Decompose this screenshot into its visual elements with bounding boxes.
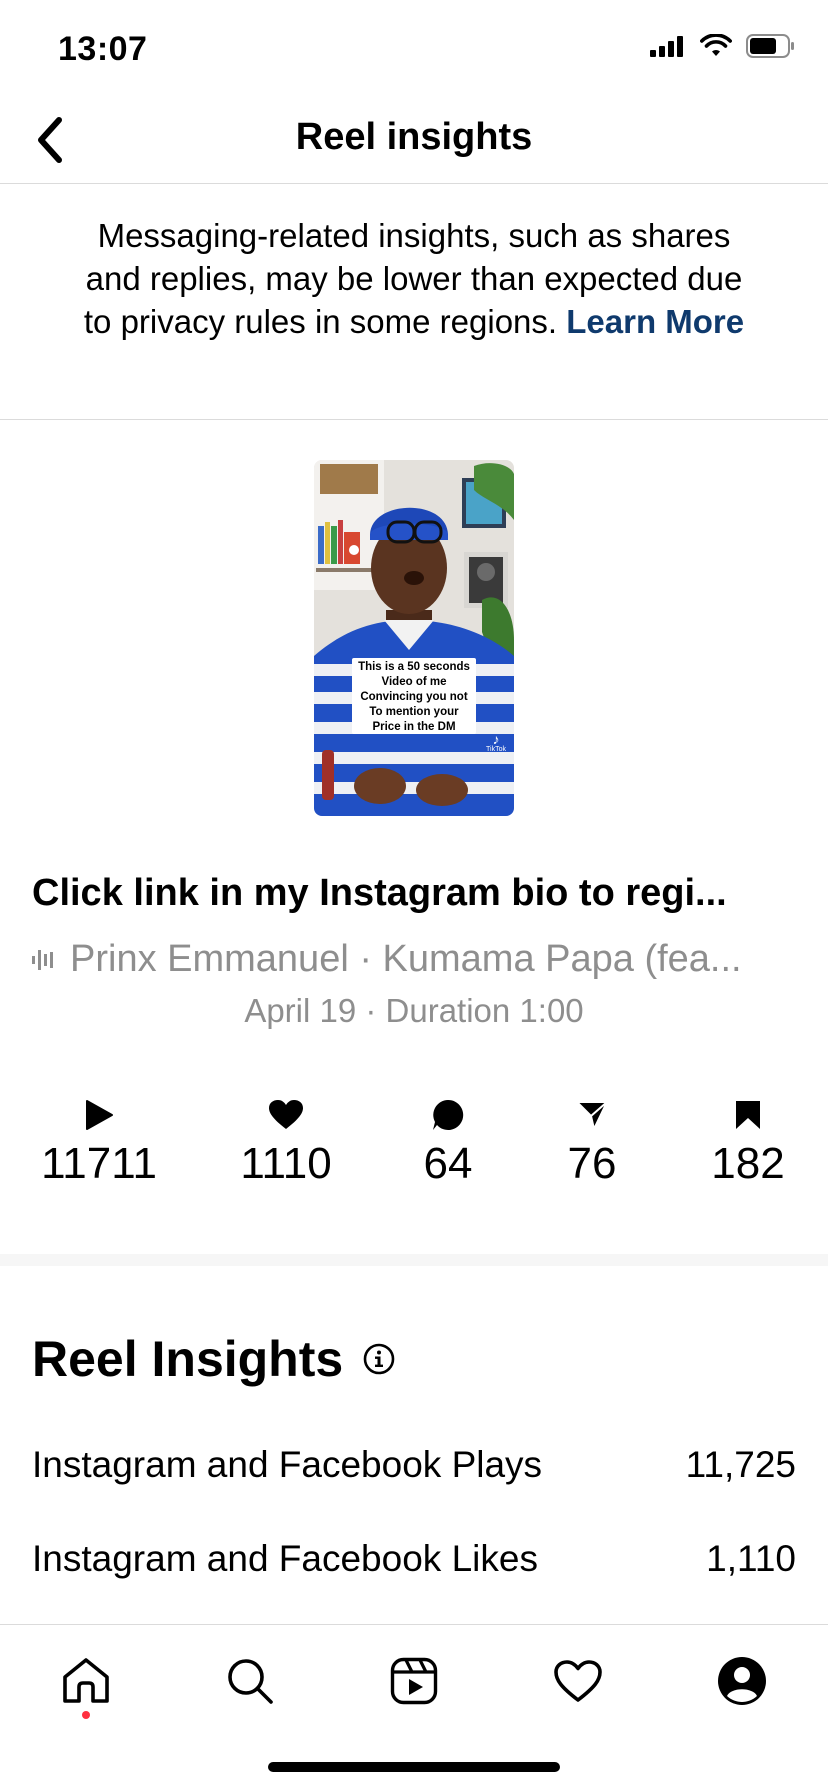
tab-profile[interactable] bbox=[712, 1651, 772, 1711]
activity-heart-icon bbox=[554, 1660, 602, 1702]
audio-line[interactable]: Prinx Emmanuel · Kumama Papa (fea... bbox=[32, 938, 802, 981]
tab-activity[interactable] bbox=[548, 1651, 608, 1711]
wifi-icon bbox=[700, 34, 732, 56]
notification-dot bbox=[82, 1711, 90, 1719]
insight-row-plays: Instagram and Facebook Plays 11,725 bbox=[32, 1444, 796, 1486]
stats-row: 11711 1110 64 76 182 bbox=[0, 1095, 828, 1205]
overlay-line: This is a 50 seconds bbox=[358, 661, 470, 673]
heart-icon bbox=[269, 1100, 303, 1129]
insight-label: Instagram and Facebook Plays bbox=[32, 1444, 543, 1485]
stat-value: 182 bbox=[711, 1139, 785, 1188]
thumbnail-image bbox=[314, 460, 514, 816]
battery-icon bbox=[746, 34, 794, 58]
insight-label: Instagram and Facebook Likes bbox=[32, 1538, 538, 1579]
learn-more-link[interactable]: Learn More bbox=[566, 303, 744, 340]
reels-icon bbox=[390, 1657, 438, 1705]
comment-icon bbox=[433, 1099, 464, 1130]
tab-search[interactable] bbox=[220, 1651, 280, 1711]
share-icon bbox=[576, 1101, 608, 1130]
insight-value: 1,110 bbox=[706, 1538, 796, 1579]
status-icons bbox=[650, 34, 796, 58]
info-icon[interactable] bbox=[363, 1343, 395, 1375]
insights-section-title: Reel Insights bbox=[32, 1330, 395, 1388]
stat-value: 1110 bbox=[240, 1139, 332, 1188]
reel-meta: April 19 · Duration 1:00 bbox=[244, 992, 584, 1029]
overlay-line: Price in the DM bbox=[372, 721, 456, 733]
tab-home[interactable] bbox=[56, 1651, 116, 1711]
insight-value: 11,725 bbox=[685, 1444, 796, 1485]
section-divider bbox=[0, 1254, 828, 1266]
home-indicator bbox=[268, 1762, 560, 1772]
profile-icon bbox=[718, 1657, 766, 1705]
stat-comments: 64 bbox=[408, 1095, 488, 1189]
overlay-line: Video of me bbox=[381, 676, 447, 688]
stat-saves: 182 bbox=[700, 1095, 796, 1189]
status-time: 13:07 bbox=[58, 30, 148, 68]
stat-value: 76 bbox=[567, 1139, 617, 1188]
audio-title: Prinx Emmanuel · Kumama Papa (fea... bbox=[70, 938, 742, 980]
home-icon bbox=[63, 1658, 109, 1703]
stat-value: 11711 bbox=[41, 1139, 157, 1188]
play-icon bbox=[86, 1100, 113, 1130]
overlay-line: To mention your bbox=[369, 706, 459, 718]
thumbnail-overlay-text: This is a 50 seconds Video of me Convinc… bbox=[352, 660, 476, 735]
tab-reels[interactable] bbox=[384, 1651, 444, 1711]
stat-value: 64 bbox=[423, 1139, 473, 1188]
nav-bar: Reel insights bbox=[0, 100, 828, 184]
stat-likes: 1110 bbox=[236, 1095, 336, 1189]
page-title: Reel insights bbox=[295, 116, 533, 158]
insight-row-likes: Instagram and Facebook Likes 1,110 bbox=[32, 1538, 796, 1580]
status-bar: 13:07 bbox=[0, 0, 828, 100]
stat-shares: 76 bbox=[552, 1095, 632, 1189]
stat-plays: 11711 bbox=[41, 1095, 157, 1189]
cellular-signal-icon bbox=[650, 36, 683, 57]
reel-thumbnail[interactable]: This is a 50 seconds Video of me Convinc… bbox=[314, 460, 514, 816]
insights-title: Reel Insights bbox=[32, 1331, 344, 1387]
bookmark-icon bbox=[736, 1101, 760, 1129]
overlay-line: Convincing you not bbox=[360, 691, 468, 703]
reel-caption: Click link in my Instagram bio to regi..… bbox=[32, 872, 727, 914]
watermark-text: TikTok bbox=[486, 746, 506, 753]
audio-waveform-icon bbox=[32, 949, 53, 970]
tiktok-watermark: ♪ TikTok bbox=[486, 731, 506, 753]
privacy-notice: Messaging-related insights, such as shar… bbox=[0, 184, 828, 420]
search-icon bbox=[228, 1659, 273, 1704]
